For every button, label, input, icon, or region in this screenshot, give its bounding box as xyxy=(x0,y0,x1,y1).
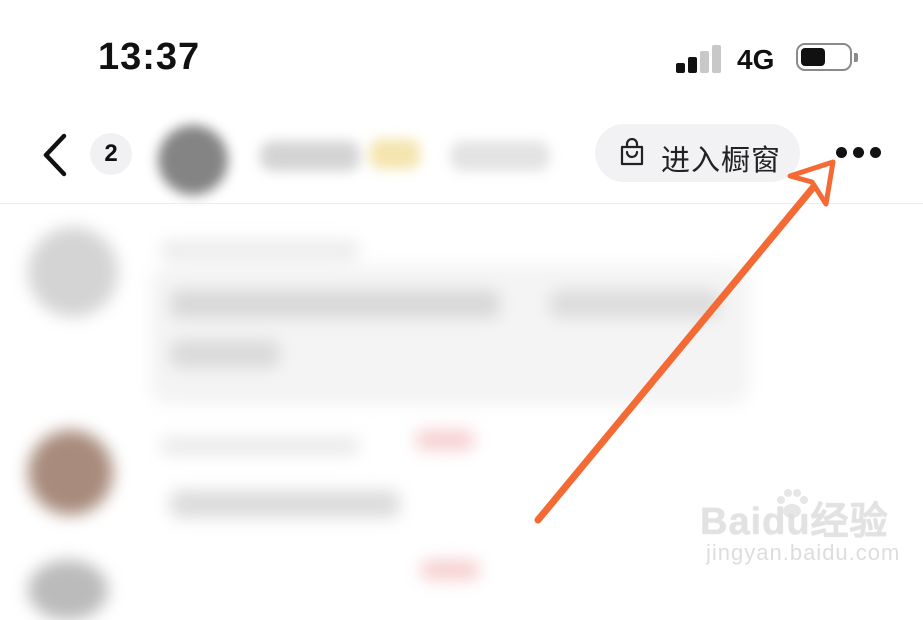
more-button[interactable] xyxy=(834,138,882,168)
baidu-watermark: Baidu经验 jingyan.baidu.com xyxy=(700,489,910,580)
more-dots-icon xyxy=(834,138,882,168)
avatar xyxy=(158,125,228,195)
watermark-url: jingyan.baidu.com xyxy=(706,540,901,565)
chat-profile-header[interactable] xyxy=(150,113,565,203)
paw-icon xyxy=(777,489,808,518)
avatar xyxy=(28,560,108,620)
back-button[interactable] xyxy=(36,130,76,180)
shopping-bag-icon xyxy=(620,138,644,166)
message-bubble xyxy=(150,265,750,405)
status-time: 13:37 xyxy=(98,36,201,78)
battery-icon xyxy=(796,43,862,73)
avatar xyxy=(28,227,118,317)
chevron-left-icon xyxy=(43,133,67,177)
signal-icon xyxy=(676,45,722,73)
status-bar: 13:37 4G xyxy=(0,0,923,100)
header-divider xyxy=(0,203,923,204)
enter-showcase-button[interactable]: 进入橱窗 xyxy=(595,124,800,182)
enter-showcase-label: 进入橱窗 xyxy=(661,145,782,177)
network-type: 4G xyxy=(737,44,775,75)
unread-count-badge[interactable]: 2 xyxy=(90,133,132,175)
nav-bar: 2 进入橱窗 xyxy=(0,108,923,204)
avatar xyxy=(28,430,113,515)
